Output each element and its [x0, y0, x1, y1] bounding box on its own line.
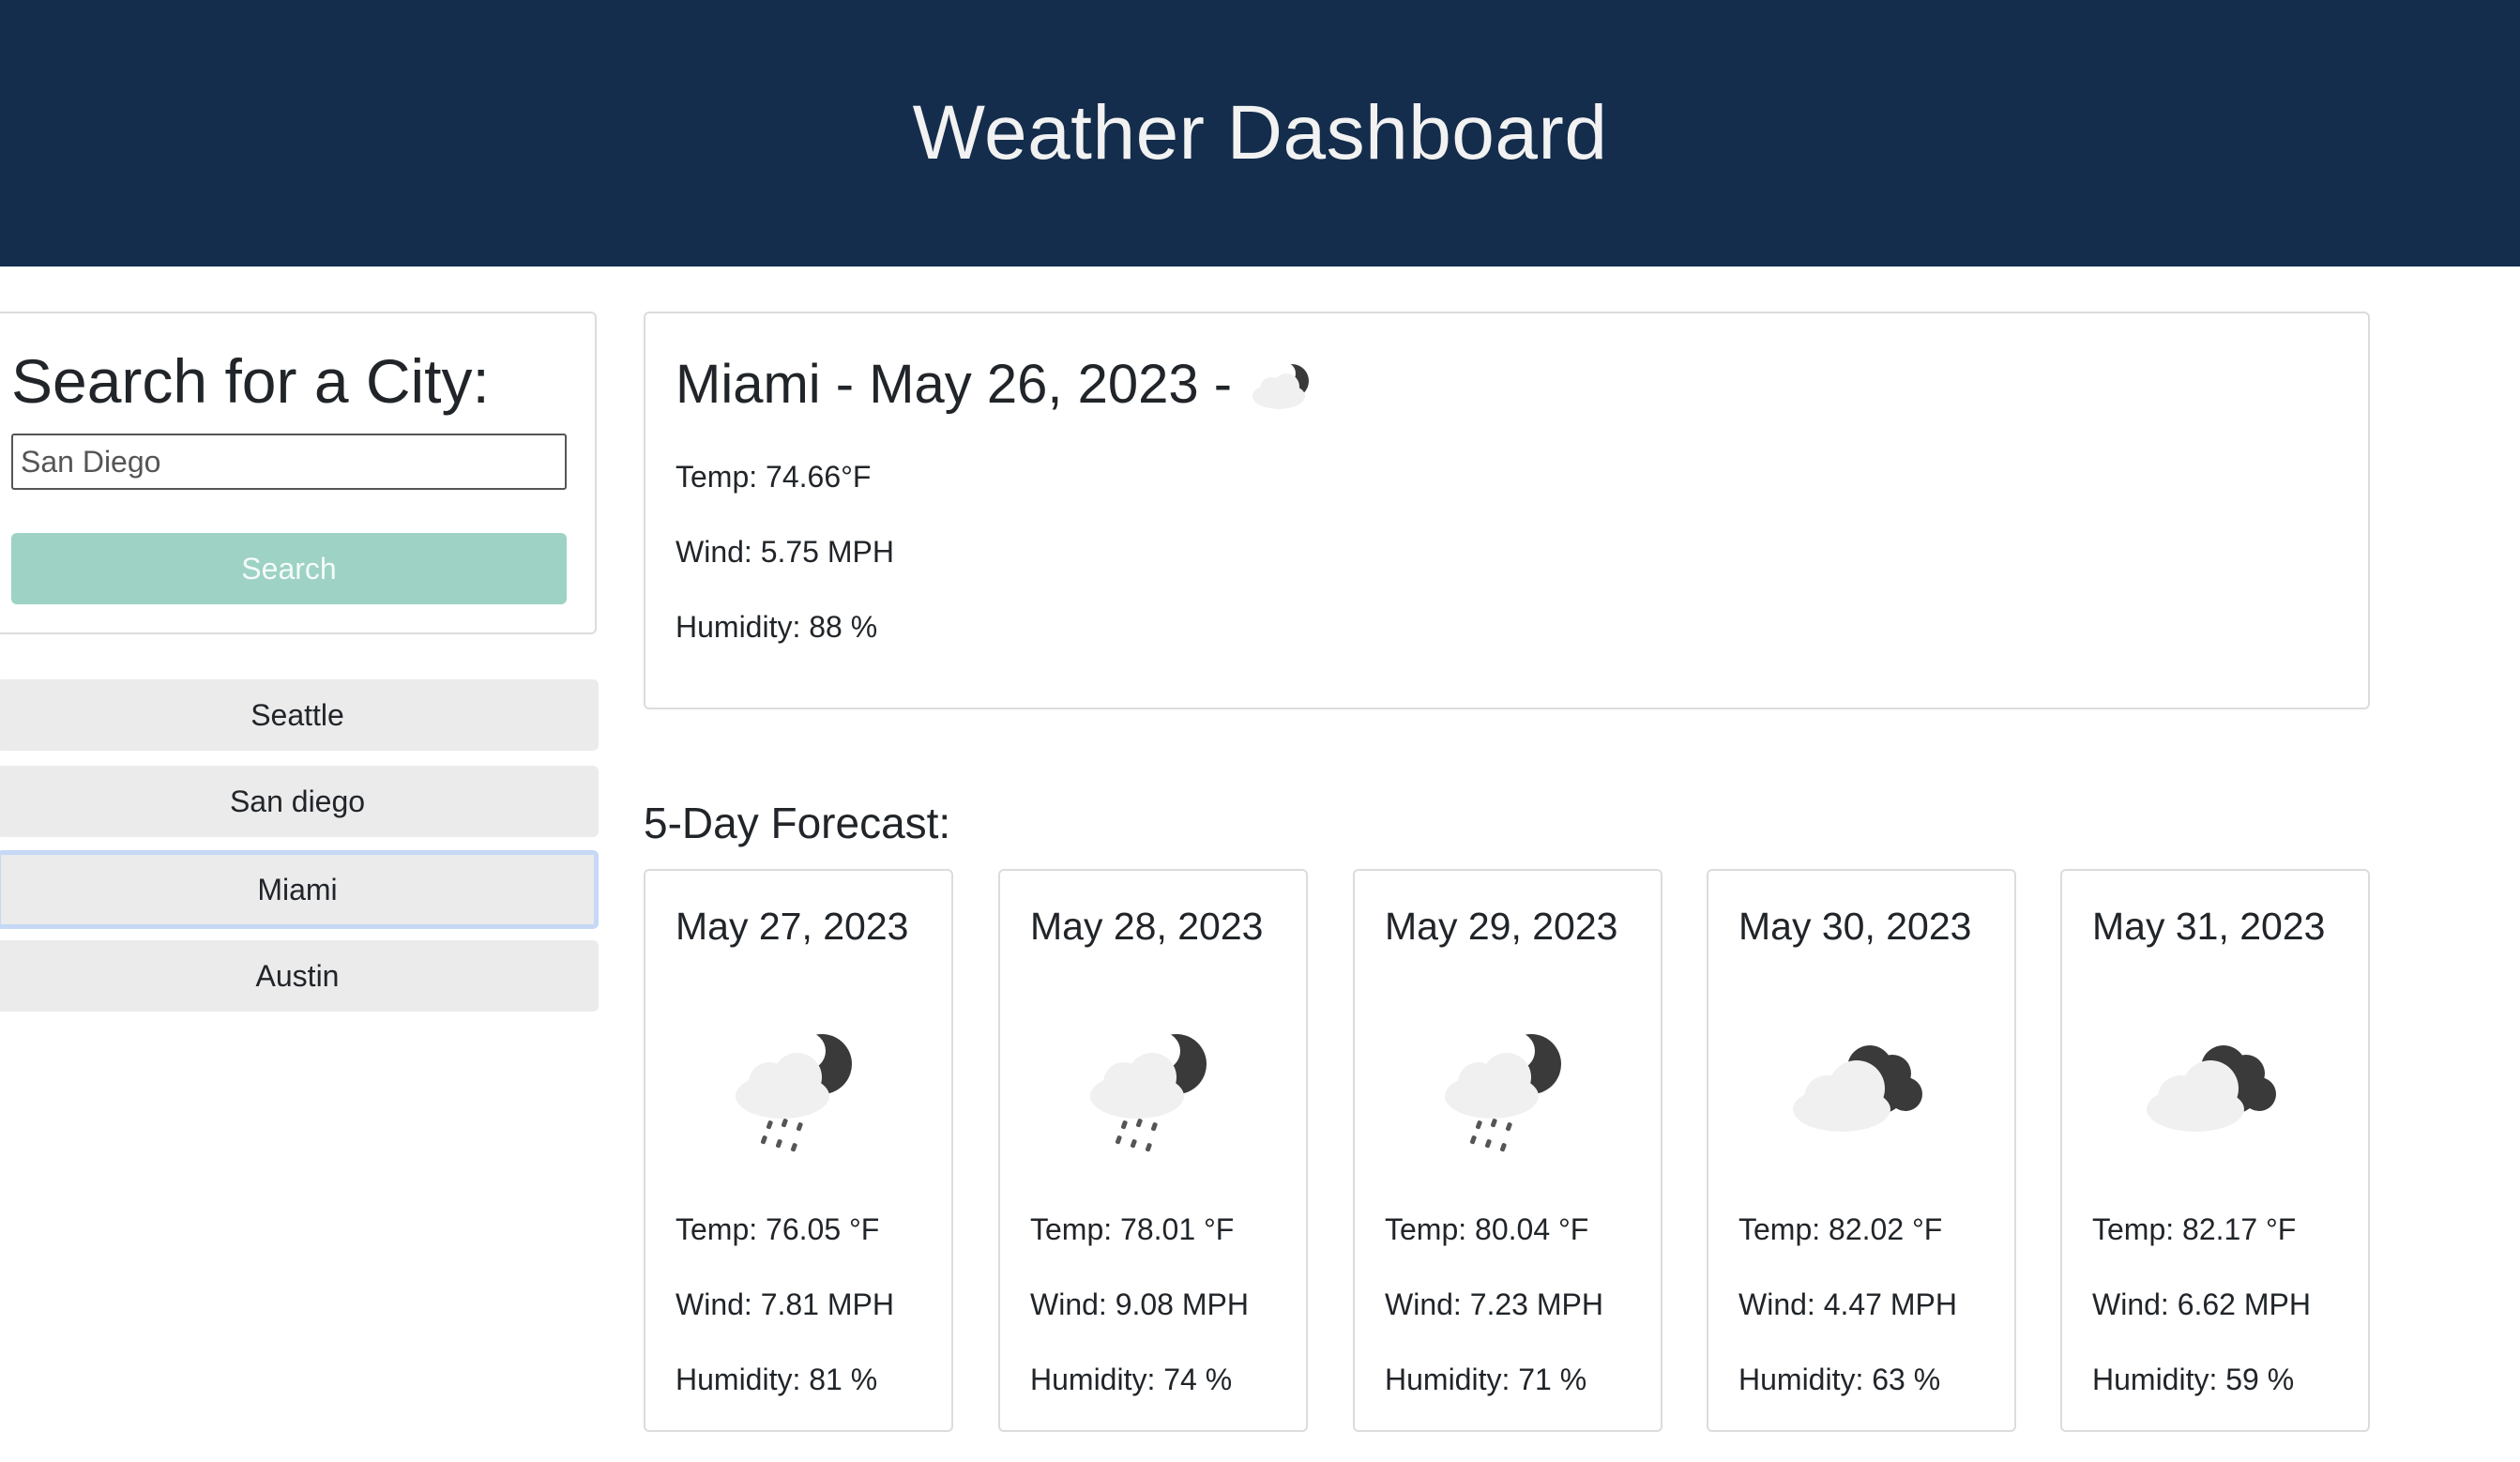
forecast-date: May 27, 2023 [676, 905, 909, 948]
history-city-san-diego[interactable]: San diego [0, 766, 599, 837]
forecast-date: May 29, 2023 [1385, 905, 1618, 948]
forecast-heading: 5-Day Forecast: [644, 799, 951, 847]
forecast-humidity: Humidity: 63 % [1738, 1363, 1941, 1396]
forecast-wind: Wind: 7.81 MPH [676, 1287, 894, 1321]
broken-clouds-icon [1793, 1045, 1922, 1132]
forecast-date: May 28, 2023 [1030, 905, 1264, 948]
forecast-temp: Temp: 76.05 °F [676, 1212, 880, 1246]
current-wind: Wind: 5.75 MPH [676, 535, 894, 569]
city-search-input[interactable] [11, 434, 567, 490]
app-header: Weather Dashboard [0, 0, 2520, 267]
forecast-temp: Temp: 82.02 °F [1738, 1212, 1943, 1246]
broken-clouds-icon [2147, 1045, 2276, 1132]
forecast-card: May 28, 2023 Temp: 78.01 °F Wind: 9.08 M… [998, 869, 1308, 1432]
search-panel: Search for a City: Search [0, 312, 597, 634]
current-temp: Temp: 74.66°F [676, 460, 872, 494]
forecast-card: May 31, 2023 Temp: 82.17 °F Wind: 6.62 M… [2060, 869, 2370, 1432]
current-weather-title: Miami - May 26, 2023 - [676, 353, 1320, 416]
search-button[interactable]: Search [11, 533, 567, 604]
current-weather-card: Miami - May 26, 2023 - Temp: 74.66°F Win… [644, 312, 2370, 709]
forecast-wind: Wind: 7.23 MPH [1385, 1287, 1603, 1321]
forecast-humidity: Humidity: 81 % [676, 1363, 878, 1396]
current-humidity: Humidity: 88 % [676, 610, 878, 644]
forecast-humidity: Humidity: 71 % [1385, 1363, 1587, 1396]
forecast-card: May 30, 2023 Temp: 82.02 °F Wind: 4.47 M… [1707, 869, 2016, 1432]
forecast-temp: Temp: 80.04 °F [1385, 1212, 1589, 1246]
rain-night-icon [736, 1032, 852, 1152]
page-title: Weather Dashboard [912, 90, 1608, 175]
forecast-wind: Wind: 6.62 MPH [2092, 1287, 2311, 1321]
forecast-humidity: Humidity: 59 % [2092, 1363, 2295, 1396]
rain-night-icon [1090, 1032, 1207, 1152]
history-city-miami[interactable]: Miami [0, 850, 599, 929]
partly-cloudy-night-icon [1252, 361, 1310, 409]
forecast-date: May 31, 2023 [2092, 905, 2326, 948]
forecast-card: May 29, 2023 Temp: 80.04 °F Wind: 7.23 M… [1353, 869, 1662, 1432]
search-heading: Search for a City: [11, 346, 490, 416]
forecast-humidity: Humidity: 74 % [1030, 1363, 1233, 1396]
history-city-austin[interactable]: Austin [0, 940, 599, 1012]
forecast-wind: Wind: 4.47 MPH [1738, 1287, 1957, 1321]
current-title-text: Miami - May 26, 2023 - [676, 354, 1233, 415]
history-city-seattle[interactable]: Seattle [0, 679, 599, 751]
forecast-wind: Wind: 9.08 MPH [1030, 1287, 1249, 1321]
forecast-temp: Temp: 82.17 °F [2092, 1212, 2297, 1246]
forecast-temp: Temp: 78.01 °F [1030, 1212, 1235, 1246]
rain-night-icon [1445, 1032, 1561, 1152]
forecast-date: May 30, 2023 [1738, 905, 1972, 948]
forecast-card: May 27, 2023 Temp: 76.05 °F Wind: 7.81 M… [644, 869, 953, 1432]
